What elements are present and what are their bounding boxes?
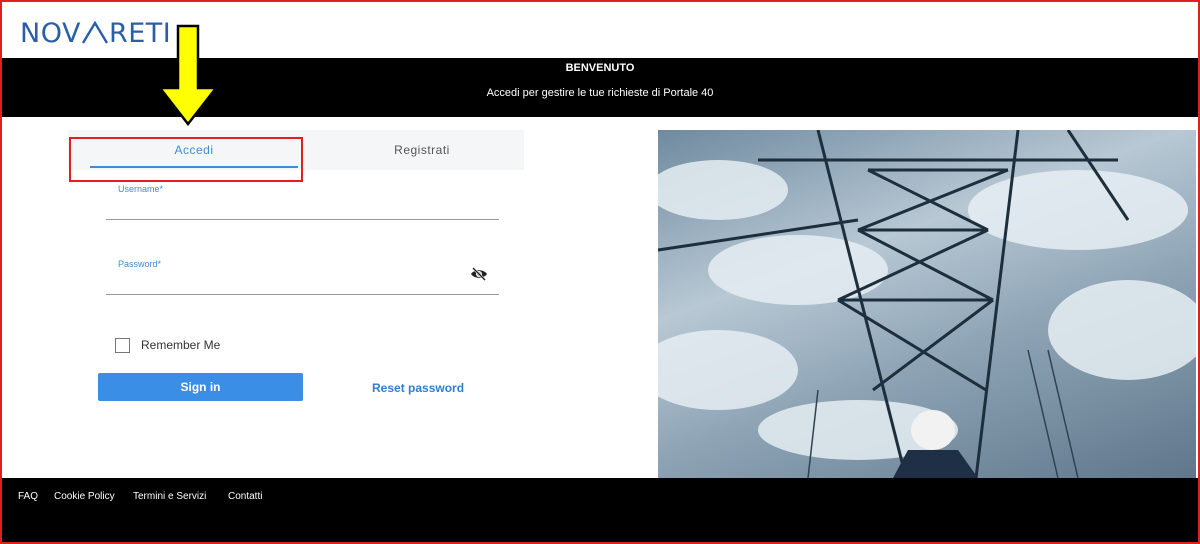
footer: FAQ Cookie Policy Termini e Servizi Cont… (2, 478, 1198, 542)
password-input[interactable] (106, 294, 499, 295)
footer-link-cookie-policy[interactable]: Cookie Policy (54, 491, 115, 502)
username-input[interactable] (106, 219, 499, 220)
username-label: Username* (118, 184, 164, 194)
logo-text-left: NOV (20, 18, 81, 49)
tab-registrati[interactable]: Registrati (336, 130, 508, 170)
annotation-arrow-icon (157, 24, 219, 127)
remember-me-label: Remember Me (141, 338, 221, 352)
remember-me-checkbox[interactable] (115, 338, 130, 353)
footer-link-contatti[interactable]: Contatti (228, 491, 262, 502)
logo-mark-icon (81, 21, 108, 44)
footer-link-termini-servizi[interactable]: Termini e Servizi (133, 491, 206, 502)
password-label: Password* (118, 259, 162, 269)
logo: NOV RETI (20, 18, 171, 49)
sign-in-button[interactable]: Sign in (98, 373, 303, 401)
footer-link-faq[interactable]: FAQ (18, 491, 38, 502)
power-pylon-illustration (658, 130, 1196, 478)
annotation-highlight-box (69, 137, 303, 182)
reset-password-link[interactable]: Reset password (372, 381, 464, 395)
hero-image (658, 130, 1196, 478)
eye-off-icon[interactable] (470, 266, 488, 282)
